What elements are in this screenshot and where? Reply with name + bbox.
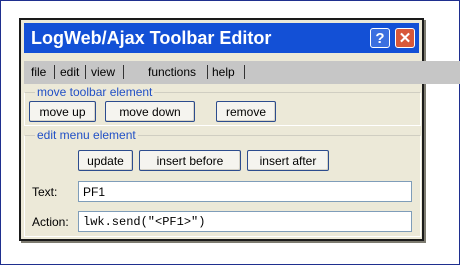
close-icon: ✕: [398, 30, 412, 47]
window-title: LogWeb/Ajax Toolbar Editor: [31, 28, 272, 48]
menu-file[interactable]: file: [31, 65, 46, 79]
menu-separator: [54, 65, 55, 79]
menu-separator: [207, 65, 208, 79]
edit-menu-group: edit menu element update insert before i…: [24, 128, 421, 237]
help-button[interactable]: ?: [370, 28, 390, 48]
menu-separator: [123, 65, 124, 79]
edit-group-legend: edit menu element: [35, 128, 138, 142]
insert-before-button[interactable]: insert before: [139, 150, 241, 171]
menu-help[interactable]: help: [212, 65, 235, 79]
menu-functions[interactable]: functions: [148, 65, 196, 79]
menu-bar: file edit view functions help: [24, 61, 460, 84]
move-up-button[interactable]: move up: [29, 101, 96, 122]
move-down-button[interactable]: move down: [105, 101, 195, 122]
remove-button[interactable]: remove: [216, 101, 276, 122]
menu-separator: [85, 65, 86, 79]
text-field[interactable]: PF1: [78, 181, 412, 202]
toolbar-editor-window: LogWeb/Ajax Toolbar Editor ? ✕ file edit…: [19, 18, 460, 241]
move-toolbar-group: move toolbar element move up move down r…: [24, 85, 421, 126]
action-label: Action:: [32, 215, 69, 229]
help-icon: ?: [375, 29, 385, 47]
title-bar[interactable]: LogWeb/Ajax Toolbar Editor ? ✕: [24, 23, 419, 53]
insert-after-button[interactable]: insert after: [247, 150, 329, 171]
action-field[interactable]: lwk.send("<PF1>"): [78, 211, 412, 232]
menu-edit[interactable]: edit: [60, 65, 79, 79]
menu-view[interactable]: view: [91, 65, 115, 79]
move-group-legend: move toolbar element: [35, 85, 155, 99]
text-label: Text:: [32, 185, 58, 199]
close-button[interactable]: ✕: [395, 28, 415, 48]
menu-separator: [244, 65, 245, 79]
update-button[interactable]: update: [78, 150, 133, 171]
